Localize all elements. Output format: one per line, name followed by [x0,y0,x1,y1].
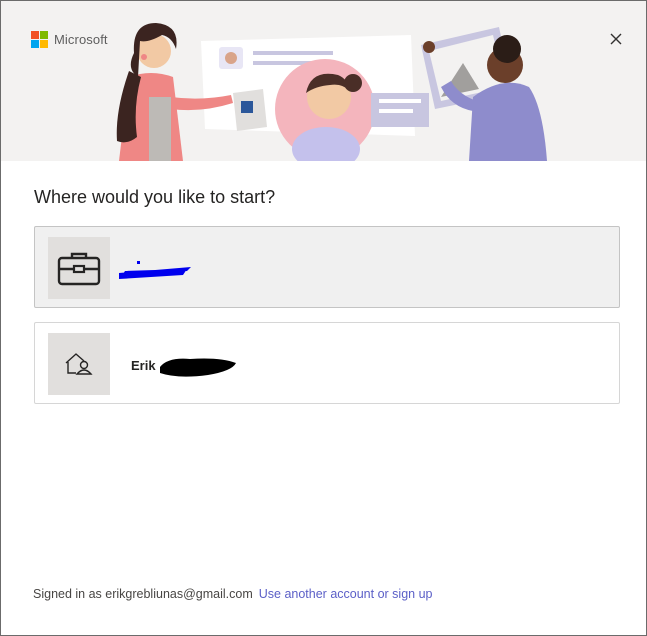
footer: Signed in as erikgrebliunas@gmail.com Use… [33,587,432,601]
close-button[interactable] [608,31,624,47]
account-card-personal[interactable]: Erik [34,322,620,404]
page-title: Where would you like to start? [34,187,276,207]
account-tile [48,237,110,299]
redaction-mark [119,261,191,279]
redaction-mark [160,358,236,377]
signed-in-text: Signed in as erikgrebliunas@gmail.com [33,587,253,601]
account-card-work[interactable] [34,226,620,308]
close-icon [610,33,622,45]
account-name: Erik [131,358,156,373]
illustration-banner: Microsoft [1,1,646,161]
briefcase-icon [57,252,101,286]
logo-text: Microsoft [54,32,108,47]
home-person-icon [65,353,93,375]
microsoft-logo: Microsoft [31,31,108,48]
use-another-account-link[interactable]: Use another account or sign up [259,587,433,601]
account-picker-dialog: Microsoft Where would you like to start? [0,0,647,636]
teams-illustration [116,23,547,161]
microsoft-logo-icon [31,31,48,48]
account-tile [48,333,110,395]
